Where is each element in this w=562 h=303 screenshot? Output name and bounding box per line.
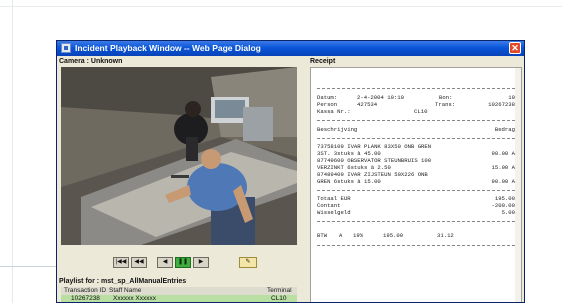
receipt-line-kassa: Kassa Nr.: CL10	[317, 108, 428, 115]
play-button[interactable]: ▶	[193, 257, 209, 268]
camera-video-frame[interactable]	[61, 67, 297, 245]
video-scene	[61, 67, 297, 245]
terminal-cell: CL10	[271, 295, 287, 302]
background-rule	[12, 0, 13, 303]
previous-frame-button[interactable]: ◀◀	[131, 257, 147, 268]
receipt-scrollbar[interactable]	[515, 68, 521, 302]
column-header[interactable]: Staff Name	[109, 287, 141, 295]
background-rule	[0, 6, 562, 7]
incident-playback-dialog: Incident Playback Window -- Web Page Dia…	[56, 40, 525, 303]
receipt-header: Receipt	[310, 58, 336, 65]
receipt-separator	[317, 190, 515, 191]
playlist-title: Playlist for : mst_sp_AllManualEntries	[59, 278, 187, 285]
receipt-total: Totaal EUR 195.00	[317, 195, 515, 202]
playback-controls: |◀◀ ◀◀ ◀ ❚❚ ▶ ✎	[61, 256, 297, 270]
background-rule	[0, 266, 64, 267]
receipt-separator	[317, 88, 515, 89]
window-icon	[61, 43, 71, 53]
playlist-table: Transaction ID Staff Name Terminal 10267…	[61, 287, 297, 302]
playlist-header-row: Transaction ID Staff Name Terminal	[61, 287, 297, 295]
camera-header: Camera : Unknown	[59, 58, 123, 65]
receipt-column-headers: Beschrijving Bedrag	[317, 126, 515, 133]
receipt-item-line: GREN 6stuks à 15.00 90.00 A	[317, 178, 515, 185]
staff-name-cell: Xxxxxx Xxxxxx	[113, 295, 156, 302]
pause-button[interactable]: ❚❚	[175, 257, 191, 268]
receipt-wisselgeld: Wisselgeld 5.00	[317, 209, 515, 216]
receipt-separator	[317, 245, 515, 246]
column-header[interactable]: Transaction ID	[64, 287, 106, 295]
window-title: Incident Playback Window -- Web Page Dia…	[75, 43, 261, 53]
receipt-separator	[317, 221, 515, 222]
receipt-line-datum: Datum: 2-4-2004 10:10 Bon: 10	[317, 94, 515, 101]
receipt-btw: BTW A 19% 195.00 31.12	[317, 232, 454, 239]
table-row[interactable]: 10267238 Xxxxxx Xxxxxx CL10	[61, 295, 297, 302]
step-back-button[interactable]: ◀	[157, 257, 173, 268]
receipt-panel[interactable]: Datum: 2-4-2004 10:10 Bon: 10 Person 427…	[310, 67, 522, 302]
receipt-separator	[317, 120, 515, 121]
receipt-separator	[317, 138, 515, 139]
title-bar[interactable]: Incident Playback Window -- Web Page Dia…	[57, 41, 524, 56]
transaction-id-cell: 10267238	[71, 295, 100, 302]
close-button[interactable]: ✕	[509, 42, 521, 54]
first-frame-button[interactable]: |◀◀	[113, 257, 129, 268]
column-header[interactable]: Terminal	[267, 287, 292, 295]
export-button[interactable]: ✎	[239, 257, 257, 268]
